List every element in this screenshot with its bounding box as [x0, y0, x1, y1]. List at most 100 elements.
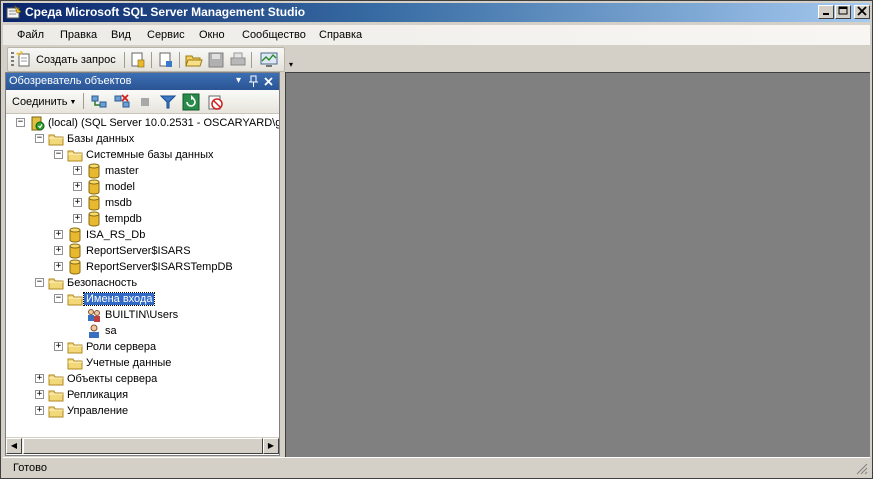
expand-icon[interactable]: + — [73, 214, 82, 223]
toolbar-separator — [179, 52, 180, 68]
toolbar-overflow-chevron-icon[interactable]: ▾ — [286, 57, 296, 73]
close-button[interactable] — [854, 5, 870, 19]
stop-icon[interactable] — [136, 93, 154, 111]
expand-icon[interactable]: + — [35, 374, 44, 383]
minimize-icon — [823, 13, 829, 15]
database-engine-query-icon[interactable] — [129, 51, 147, 69]
toolbar-grip[interactable] — [11, 52, 14, 68]
tree-node[interactable]: + msdb — [6, 195, 279, 211]
connect-object-explorer-icon[interactable] — [90, 93, 108, 111]
tree-node[interactable]: + Репликация — [6, 387, 279, 403]
window-position-dropdown-icon[interactable]: ▾ — [232, 74, 245, 88]
tree-node[interactable]: + tempdb — [6, 211, 279, 227]
object-explorer-title: Обозреватель объектов — [9, 75, 132, 87]
menu-bar: Файл Правка Вид Сервис Окно Сообщество С… — [3, 25, 870, 45]
pin-icon[interactable] — [247, 74, 260, 88]
expand-icon[interactable]: + — [54, 342, 63, 351]
synchronize-icon[interactable] — [206, 93, 224, 111]
tree-node[interactable]: + ISA_RS_Db — [6, 227, 279, 243]
collapse-icon[interactable]: − — [54, 294, 63, 303]
scroll-right-button[interactable]: ▶ — [263, 438, 279, 454]
tree-node[interactable]: + Роли сервера — [6, 339, 279, 355]
object-explorer-header[interactable]: Обозреватель объектов ▾ — [6, 73, 279, 90]
collapse-icon[interactable]: − — [54, 150, 63, 159]
title-bar[interactable]: Среда Microsoft SQL Server Management St… — [3, 3, 870, 22]
database-icon — [86, 163, 102, 179]
close-panel-icon[interactable] — [262, 74, 275, 88]
horizontal-scrollbar[interactable]: ◀ ▶ — [6, 437, 279, 454]
folder-icon — [67, 355, 83, 371]
tree-node-label[interactable]: Имена входа — [82, 292, 156, 306]
collapse-icon[interactable]: − — [35, 278, 44, 287]
tree-node[interactable]: + ReportServer$ISARS — [6, 243, 279, 259]
open-file-icon[interactable] — [185, 51, 203, 69]
tree-node-label[interactable]: ISA_RS_Db — [86, 229, 145, 241]
new-query-icon — [16, 51, 30, 67]
tree-node-label[interactable]: Репликация — [67, 389, 128, 401]
expand-icon[interactable]: + — [54, 262, 63, 271]
expand-icon[interactable]: + — [73, 182, 82, 191]
tree-node-label[interactable]: Безопасность — [67, 277, 137, 289]
menu-window[interactable]: Окно — [199, 29, 225, 41]
database-icon — [86, 179, 102, 195]
menu-tools[interactable]: Сервис — [147, 29, 185, 41]
tree-node-label[interactable]: Объекты сервера — [67, 373, 157, 385]
tree-node-label[interactable]: Роли сервера — [86, 341, 156, 353]
print-icon[interactable] — [229, 51, 247, 69]
tree-node[interactable]: + Управление — [6, 403, 279, 419]
tree-node-label[interactable]: sa — [105, 325, 117, 337]
tree-node-label[interactable]: Управление — [67, 405, 128, 417]
tree-node-label[interactable]: master — [105, 165, 139, 177]
menu-file[interactable]: Файл — [17, 29, 44, 41]
filter-icon[interactable] — [159, 93, 177, 111]
tree-node[interactable]: − (local) (SQL Server 10.0.2531 - OSCARYA… — [6, 115, 279, 131]
expand-icon[interactable]: + — [73, 198, 82, 207]
expand-icon[interactable]: + — [73, 166, 82, 175]
tree-node[interactable]: − Безопасность — [6, 275, 279, 291]
disconnect-icon[interactable] — [113, 93, 131, 111]
expand-icon[interactable]: + — [54, 246, 63, 255]
tree-node-label[interactable]: (local) (SQL Server 10.0.2531 - OSCARYAR… — [48, 117, 279, 129]
tree-node[interactable]: BUILTIN\Users — [6, 307, 279, 323]
tree-node-label[interactable]: model — [105, 181, 135, 193]
analysis-query-icon[interactable] — [157, 51, 175, 69]
tree-node[interactable]: sa — [6, 323, 279, 339]
activity-monitor-icon[interactable] — [260, 51, 278, 69]
refresh-icon[interactable] — [182, 93, 200, 111]
save-icon[interactable] — [207, 51, 225, 69]
collapse-icon[interactable]: − — [35, 134, 44, 143]
tree-node-label[interactable]: BUILTIN\Users — [105, 309, 178, 321]
tree-node-label[interactable]: tempdb — [105, 213, 142, 225]
menu-edit[interactable]: Правка — [60, 29, 97, 41]
tree-node[interactable]: − Имена входа — [6, 291, 279, 307]
tree-node-label[interactable]: ReportServer$ISARSTempDB — [86, 261, 233, 273]
tree-node[interactable]: + ReportServer$ISARSTempDB — [6, 259, 279, 275]
tree-node-label[interactable]: Учетные данные — [86, 357, 171, 369]
menu-view[interactable]: Вид — [111, 29, 131, 41]
connect-dropdown-button[interactable]: Соединить ▼ — [12, 96, 76, 108]
ssms-app-icon[interactable] — [6, 5, 22, 20]
resize-grip-icon[interactable] — [856, 463, 868, 475]
expand-icon[interactable]: + — [35, 406, 44, 415]
menu-help[interactable]: Справка — [319, 29, 362, 41]
new-query-label: Создать запрос — [36, 54, 116, 66]
tree-node[interactable]: − Базы данных — [6, 131, 279, 147]
minimize-button[interactable] — [818, 5, 834, 19]
tree-node-label[interactable]: Базы данных — [67, 133, 134, 145]
expand-icon[interactable]: + — [35, 390, 44, 399]
tree-node[interactable]: − Системные базы данных — [6, 147, 279, 163]
tree-node-label[interactable]: Системные базы данных — [86, 149, 213, 161]
tree-node-label[interactable]: ReportServer$ISARS — [86, 245, 191, 257]
tree-node-label[interactable]: msdb — [105, 197, 132, 209]
tree-node[interactable]: + Объекты сервера — [6, 371, 279, 387]
scroll-thumb[interactable] — [23, 438, 263, 454]
expand-icon[interactable]: + — [54, 230, 63, 239]
tree-node[interactable]: Учетные данные — [6, 355, 279, 371]
object-explorer-tree[interactable]: − (local) (SQL Server 10.0.2531 - OSCARYA… — [6, 115, 279, 437]
collapse-icon[interactable]: − — [16, 118, 25, 127]
tree-node[interactable]: + model — [6, 179, 279, 195]
menu-community[interactable]: Сообщество — [242, 29, 306, 41]
maximize-button[interactable] — [835, 5, 851, 19]
scroll-left-button[interactable]: ◀ — [6, 438, 22, 454]
tree-node[interactable]: + master — [6, 163, 279, 179]
